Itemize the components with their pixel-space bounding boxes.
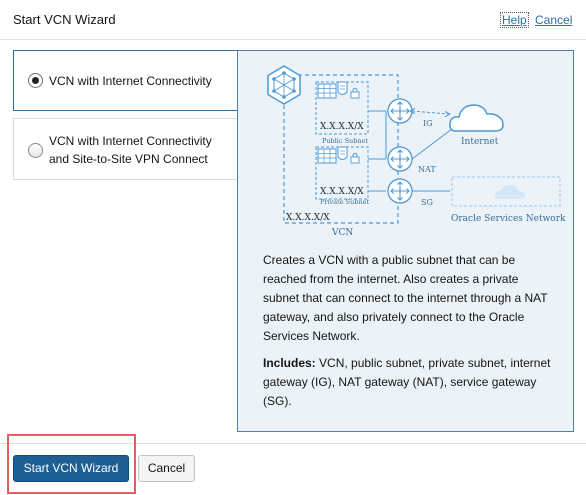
private-subnet-grid-icon bbox=[317, 148, 337, 164]
service-gateway-icon bbox=[387, 178, 413, 204]
public-subnet-shield-icon bbox=[337, 81, 348, 95]
ig-label: IG bbox=[423, 119, 433, 128]
vcn-hexagon-icon bbox=[267, 65, 301, 105]
internet-label: Internet bbox=[461, 137, 499, 147]
dialog-title: Start VCN Wizard bbox=[13, 12, 116, 27]
cancel-button[interactable]: Cancel bbox=[138, 455, 195, 482]
vcn-architecture-diagram: X.X.X.X/X Public Subnet X.X.X.X/X Privat… bbox=[267, 65, 566, 238]
option-vcn-internet-vpn[interactable]: VCN with Internet Connectivity and Site-… bbox=[13, 118, 238, 180]
internet-cloud-icon bbox=[449, 104, 504, 132]
vcn-label: VCN bbox=[331, 228, 353, 238]
option-description: Creates a VCN with a public subnet that … bbox=[263, 253, 548, 343]
includes-text: Includes: VCN, public subnet, private su… bbox=[263, 354, 553, 411]
private-subnet-label: Private Subnet bbox=[320, 198, 369, 206]
oracle-services-cloud-icon bbox=[494, 185, 526, 199]
private-subnet-lock-icon bbox=[350, 152, 360, 164]
nat-gateway-icon bbox=[387, 146, 413, 172]
public-subnet-lock-icon bbox=[350, 87, 360, 99]
public-subnet-grid-icon bbox=[317, 83, 337, 99]
option-label: VCN with Internet Connectivity and Site-… bbox=[49, 134, 212, 166]
cancel-link[interactable]: Cancel bbox=[535, 13, 572, 27]
public-subnet-label: Public Subnet bbox=[322, 137, 368, 145]
vcn-cidr: X.X.X.X/X bbox=[286, 213, 330, 223]
radio-unselected[interactable] bbox=[28, 143, 43, 158]
option-detail-panel: X.X.X.X/X Public Subnet X.X.X.X/X Privat… bbox=[237, 50, 574, 432]
sg-label: SG bbox=[421, 198, 433, 207]
start-vcn-wizard-button[interactable]: Start VCN Wizard bbox=[13, 455, 129, 482]
public-subnet-cidr: X.X.X.X/X bbox=[320, 122, 364, 132]
option-label: VCN with Internet Connectivity bbox=[49, 74, 212, 88]
includes-label: Includes: bbox=[263, 356, 316, 370]
private-subnet-shield-icon bbox=[337, 146, 348, 160]
oracle-services-label: Oracle Services Network bbox=[451, 214, 566, 224]
nat-label: NAT bbox=[418, 165, 436, 174]
private-subnet-cidr: X.X.X.X/X bbox=[320, 187, 364, 197]
help-link[interactable]: Help bbox=[500, 12, 529, 28]
internet-gateway-icon bbox=[387, 98, 413, 124]
option-vcn-internet[interactable]: VCN with Internet Connectivity bbox=[13, 50, 238, 111]
radio-selected[interactable] bbox=[28, 73, 43, 88]
dialog-header: Start VCN Wizard Help Cancel bbox=[0, 0, 586, 40]
